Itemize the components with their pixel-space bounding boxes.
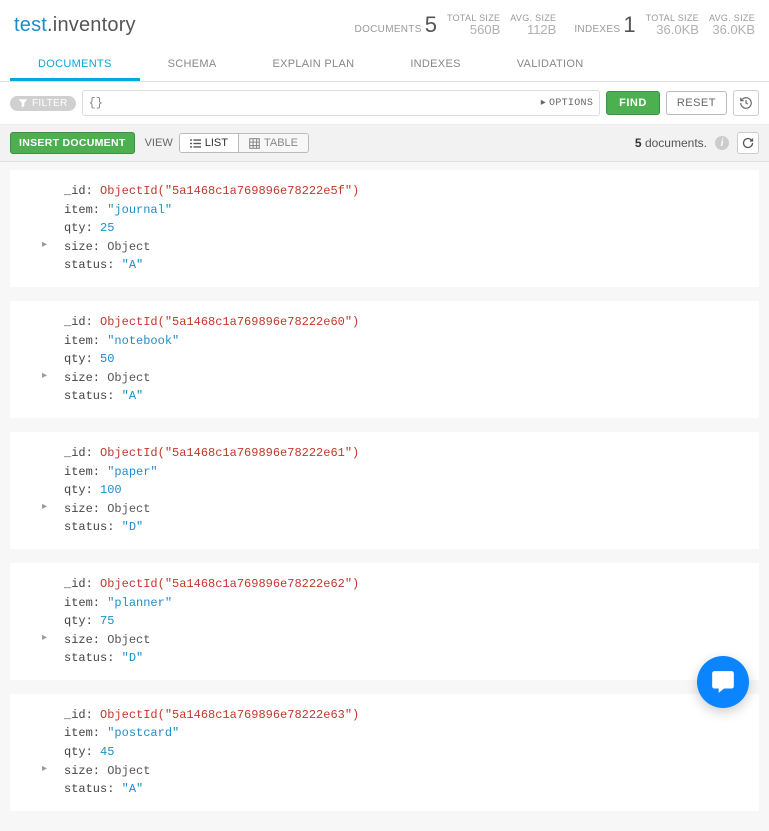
field-item: item: "paper"	[64, 463, 739, 482]
field-qty: qty: 25	[64, 219, 739, 238]
stat-avgsize: AVG. SIZE 112B	[510, 13, 556, 38]
collection-header: test.inventory DOCUMENTS 5 TOTAL SIZE 56…	[0, 0, 769, 48]
list-icon	[190, 138, 201, 149]
filter-bar: FILTER {} ▸ OPTIONS FIND RESET	[0, 82, 769, 125]
collection-name: .inventory	[47, 14, 136, 36]
field-item: item: "planner"	[64, 594, 739, 613]
view-label: VIEW	[145, 137, 173, 149]
stat-documents: DOCUMENTS 5	[355, 12, 437, 38]
field-id: _id: ObjectId("5a1468c1a769896e78222e5f"…	[64, 182, 739, 201]
expand-icon[interactable]: ▸	[42, 762, 47, 778]
field-status: status: "A"	[64, 780, 739, 799]
field-id: _id: ObjectId("5a1468c1a769896e78222e60"…	[64, 313, 739, 332]
document-card[interactable]: _id: ObjectId("5a1468c1a769896e78222e5f"…	[10, 170, 759, 287]
stat-idx-totalsize: TOTAL SIZE 36.0KB	[646, 13, 699, 38]
document-list: _id: ObjectId("5a1468c1a769896e78222e5f"…	[0, 162, 769, 831]
filter-input[interactable]: {} ▸ OPTIONS	[82, 90, 601, 116]
find-button[interactable]: FIND	[606, 91, 660, 115]
filter-value: {}	[89, 96, 103, 110]
toolbar-right: 5 documents. i	[635, 132, 759, 154]
field-item: item: "journal"	[64, 201, 739, 220]
filter-pill[interactable]: FILTER	[10, 96, 76, 111]
field-qty: qty: 50	[64, 350, 739, 369]
reset-button[interactable]: RESET	[666, 91, 727, 115]
tabs: DOCUMENTS SCHEMA EXPLAIN PLAN INDEXES VA…	[0, 48, 769, 82]
filter-icon	[18, 98, 28, 108]
view-table-button[interactable]: TABLE	[239, 134, 308, 152]
refresh-icon	[742, 137, 754, 149]
stat-documents-value: 5	[422, 12, 437, 38]
stat-idx-avgsize: AVG. SIZE 36.0KB	[709, 13, 755, 38]
header-stats: DOCUMENTS 5 TOTAL SIZE 560B AVG. SIZE 11…	[355, 12, 755, 38]
refresh-button[interactable]	[737, 132, 759, 154]
field-status: status: "D"	[64, 518, 739, 537]
tab-explain-plan[interactable]: EXPLAIN PLAN	[244, 48, 382, 81]
view-toggle: LIST TABLE	[179, 133, 309, 153]
field-id: _id: ObjectId("5a1468c1a769896e78222e62"…	[64, 575, 739, 594]
document-card[interactable]: _id: ObjectId("5a1468c1a769896e78222e60"…	[10, 301, 759, 418]
field-item: item: "postcard"	[64, 724, 739, 743]
table-icon	[249, 138, 260, 149]
field-status: status: "A"	[64, 387, 739, 406]
chat-icon	[710, 669, 736, 695]
field-size: ▸size: Object	[64, 631, 739, 650]
expand-icon[interactable]: ▸	[42, 238, 47, 254]
field-size: ▸size: Object	[64, 238, 739, 257]
options-button[interactable]: ▸ OPTIONS	[541, 97, 593, 109]
document-card[interactable]: _id: ObjectId("5a1468c1a769896e78222e61"…	[10, 432, 759, 549]
namespace-title: test.inventory	[14, 14, 136, 37]
stat-indexes: INDEXES 1	[574, 12, 635, 38]
tab-documents[interactable]: DOCUMENTS	[10, 48, 140, 81]
documents-count-text: 5 documents.	[635, 136, 707, 150]
stat-indexes-value: 1	[620, 12, 635, 38]
field-qty: qty: 75	[64, 612, 739, 631]
stat-totalsize: TOTAL SIZE 560B	[447, 13, 500, 38]
db-name: test	[14, 14, 47, 36]
document-card[interactable]: _id: ObjectId("5a1468c1a769896e78222e62"…	[10, 563, 759, 680]
stat-indexes-label: INDEXES	[574, 24, 620, 38]
support-chat-button[interactable]	[697, 656, 749, 708]
field-qty: qty: 100	[64, 481, 739, 500]
field-status: status: "A"	[64, 256, 739, 275]
field-id: _id: ObjectId("5a1468c1a769896e78222e63"…	[64, 706, 739, 725]
caret-right-icon: ▸	[541, 97, 546, 109]
field-item: item: "notebook"	[64, 332, 739, 351]
field-size: ▸size: Object	[64, 500, 739, 519]
field-status: status: "D"	[64, 649, 739, 668]
history-button[interactable]	[733, 90, 759, 116]
expand-icon[interactable]: ▸	[42, 631, 47, 647]
history-icon	[739, 96, 753, 110]
expand-icon[interactable]: ▸	[42, 500, 47, 516]
view-list-button[interactable]: LIST	[180, 134, 239, 152]
tab-indexes[interactable]: INDEXES	[382, 48, 488, 81]
document-card[interactable]: _id: ObjectId("5a1468c1a769896e78222e63"…	[10, 694, 759, 811]
info-icon[interactable]: i	[715, 136, 729, 150]
tab-schema[interactable]: SCHEMA	[140, 48, 245, 81]
field-size: ▸size: Object	[64, 369, 739, 388]
field-size: ▸size: Object	[64, 762, 739, 781]
expand-icon[interactable]: ▸	[42, 369, 47, 385]
field-qty: qty: 45	[64, 743, 739, 762]
documents-toolbar: INSERT DOCUMENT VIEW LIST TABLE 5 docume…	[0, 125, 769, 162]
field-id: _id: ObjectId("5a1468c1a769896e78222e61"…	[64, 444, 739, 463]
tab-validation[interactable]: VALIDATION	[489, 48, 612, 81]
stat-documents-label: DOCUMENTS	[355, 24, 422, 38]
insert-document-button[interactable]: INSERT DOCUMENT	[10, 132, 135, 154]
